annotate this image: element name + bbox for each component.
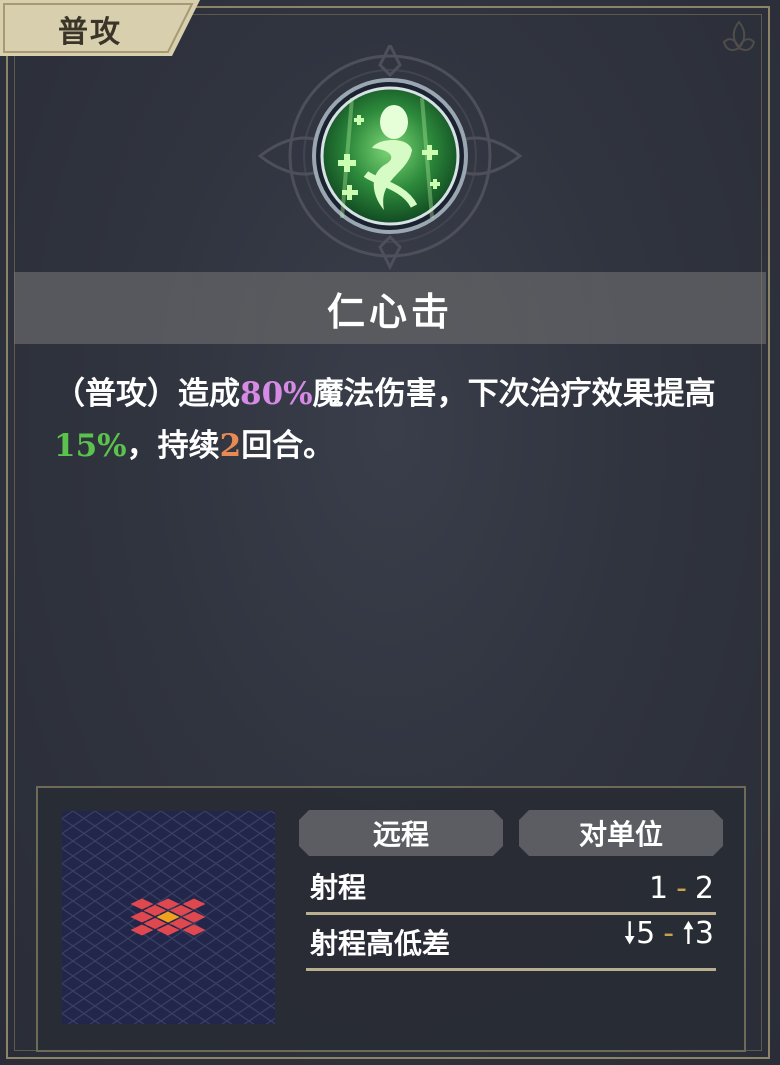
range-value: 1-2 <box>648 871 714 906</box>
height-diff-value: 🠗5- 🠕3 <box>623 916 714 951</box>
target-type-label: 对单位 <box>578 818 663 851</box>
range-tiles <box>130 898 206 936</box>
range-label: 射程 <box>310 871 367 904</box>
target-type-tag: 对单位 <box>519 810 723 856</box>
skill-name: 仁心击 <box>326 288 453 334</box>
height-up: 3 <box>694 916 714 951</box>
range-min: 1 <box>648 871 669 906</box>
desc-text-4: 回合。 <box>241 428 335 464</box>
desc-text-1: （普攻）造成 <box>54 376 240 412</box>
desc-text-3: ，持续 <box>126 428 220 464</box>
height-down: 5 <box>636 916 656 951</box>
heal-percent: 15% <box>54 428 127 464</box>
skill-card: 普攻 仁心击 （普攻）造成80%魔法伤害，下次治疗效果提高15%，持续2回合。 … <box>0 0 780 1065</box>
healing-figure-icon <box>312 78 468 234</box>
range-max: 2 <box>694 871 714 906</box>
desc-text-2: 魔法伤害，下次治疗效果提高 <box>312 376 716 412</box>
attack-range-grid <box>62 811 275 1024</box>
up-arrow-icon: 🠕 <box>682 916 695 951</box>
attack-type-tag: 远程 <box>299 810 503 856</box>
range-row: 射程 1-2 <box>306 860 716 915</box>
attack-type-label: 远程 <box>372 818 429 851</box>
skill-description: （普攻）造成80%魔法伤害，下次治疗效果提高 15%，持续2回合。 <box>54 368 734 472</box>
height-diff-row: 射程高低差 🠗5- 🠕3 <box>306 916 716 971</box>
height-diff-label: 射程高低差 <box>310 927 451 960</box>
damage-percent: 80% <box>240 376 313 412</box>
ornament-icon <box>722 20 756 51</box>
tab-label: 普攻 <box>58 15 122 50</box>
skill-name-bar: 仁心击 <box>14 272 766 344</box>
tab-basic-attack[interactable]: 普攻 <box>0 0 200 58</box>
turn-count: 2 <box>219 428 242 464</box>
down-arrow-icon: 🠗 <box>623 916 637 951</box>
